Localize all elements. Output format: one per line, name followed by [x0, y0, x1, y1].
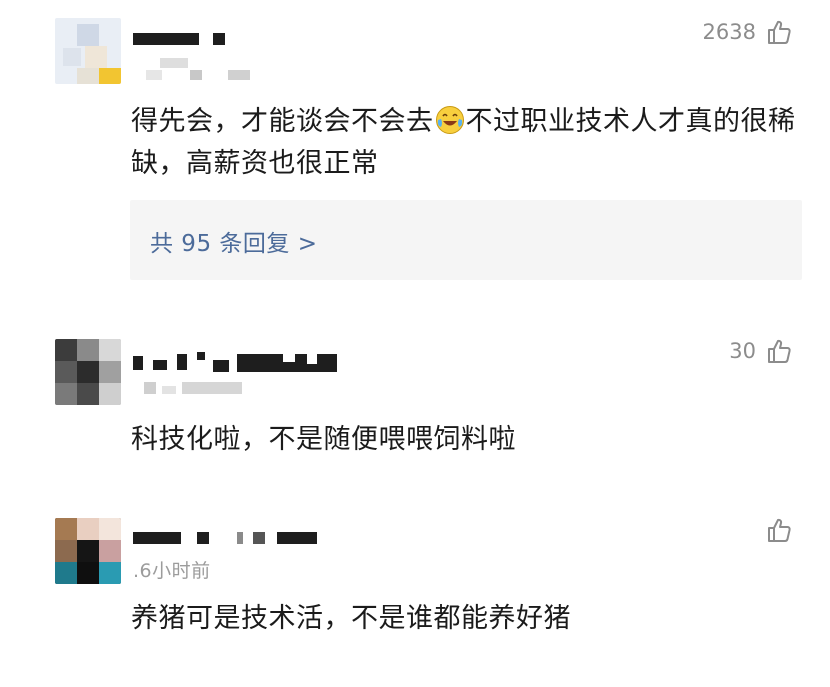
like-count: 2638	[702, 20, 756, 44]
comment-text: 养猪可是技术活，不是谁都能养好猪	[131, 603, 571, 634]
laughing-crying-emoji-icon	[435, 105, 465, 135]
view-replies-link[interactable]: 共 95 条回复 >	[150, 224, 317, 258]
thumbs-up-icon	[766, 19, 792, 45]
comment-item: 2638 得先会，才能谈会不会去 不过职业技术人才真的很稀缺，高薪资也很正常 共…	[0, 0, 830, 290]
comment-text: 科技化啦，不是随便喂喂饲料啦	[131, 424, 516, 455]
like-count: 30	[729, 339, 756, 363]
comment-time: .6小时前	[133, 560, 211, 582]
avatar[interactable]	[55, 339, 121, 405]
thumbs-up-icon	[766, 517, 792, 543]
like-button[interactable]: 2638	[703, 19, 792, 45]
avatar[interactable]	[55, 518, 121, 584]
like-button[interactable]: 30	[729, 338, 792, 364]
username-redacted[interactable]	[133, 352, 348, 372]
username-redacted[interactable]	[133, 33, 228, 45]
thumbs-up-icon	[766, 338, 792, 364]
like-button[interactable]	[756, 517, 792, 543]
avatar[interactable]	[55, 18, 121, 84]
comment-text: 得先会，才能谈会不会去 不过职业技术人才真的很稀缺，高薪资也很正常	[131, 105, 796, 179]
replies-panel[interactable]: 共 95 条回复 >	[130, 200, 802, 280]
username-redacted[interactable]	[133, 532, 323, 544]
